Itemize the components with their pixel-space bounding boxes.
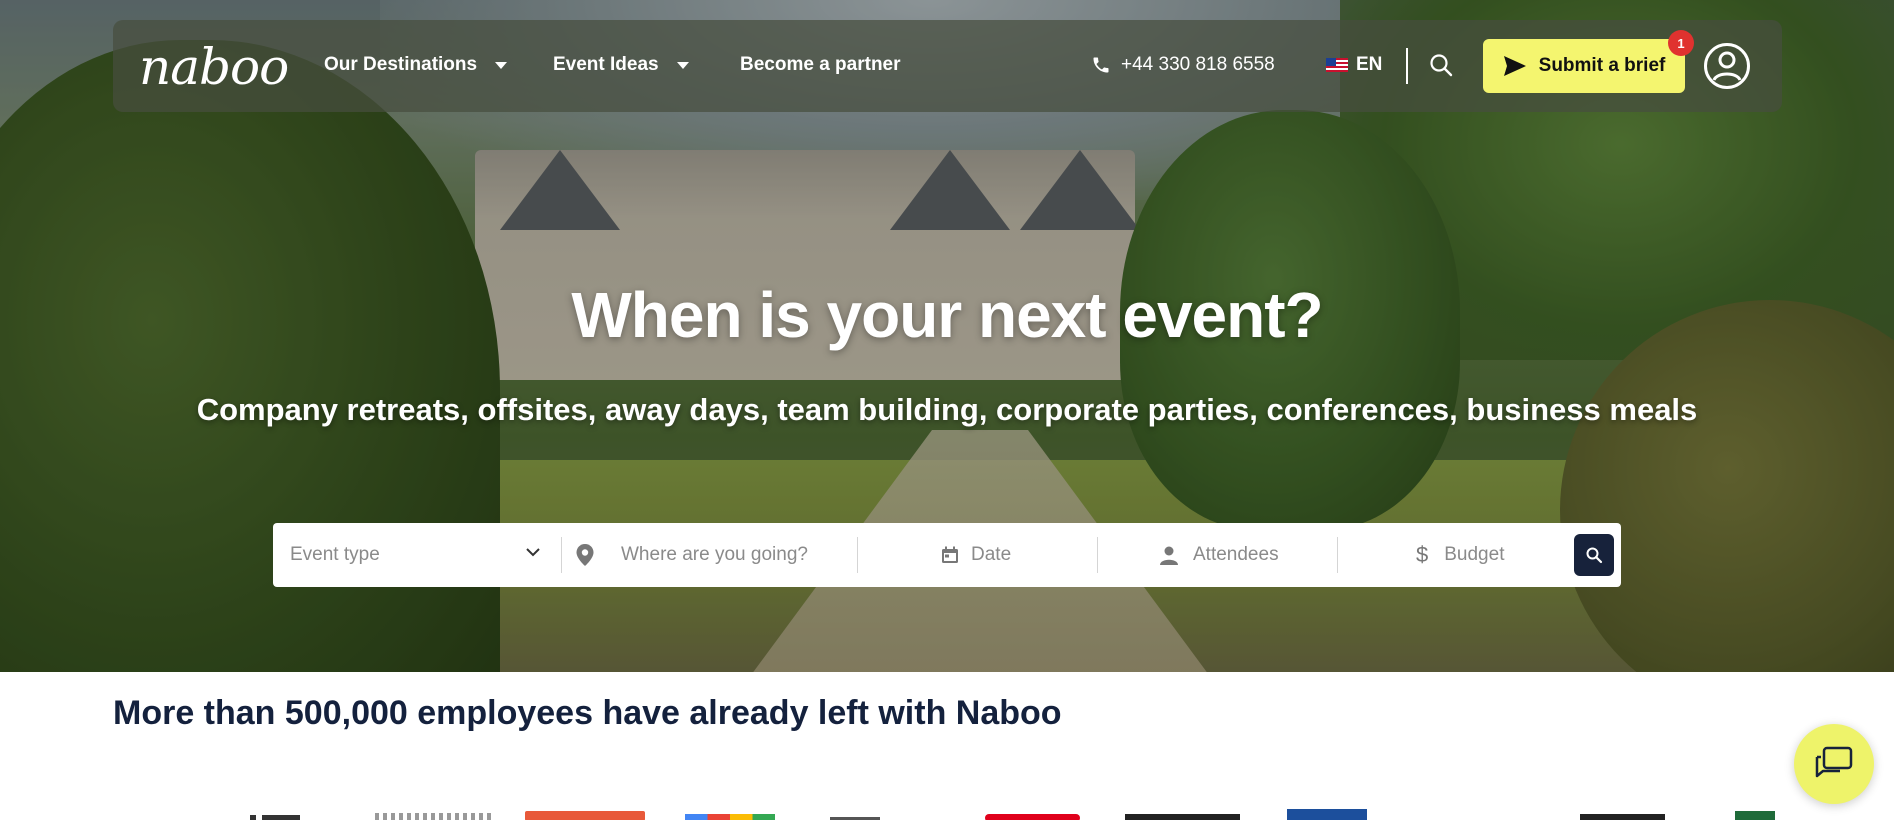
field-separator	[561, 537, 562, 573]
nav-our-destinations[interactable]: Our Destinations	[324, 54, 508, 76]
search-icon	[1586, 547, 1603, 564]
us-flag-icon	[1326, 58, 1348, 72]
notification-badge: 1	[1668, 30, 1694, 56]
person-icon	[1160, 546, 1178, 565]
dollar-icon: $	[1416, 542, 1429, 567]
phone-number: +44 330 818 6558	[1121, 54, 1275, 75]
nav-event-ideas-label: Event Ideas	[553, 54, 659, 75]
nav-become-a-partner[interactable]: Become a partner	[740, 54, 901, 76]
language-label: EN	[1356, 54, 1383, 75]
chevron-down-icon	[676, 61, 689, 69]
phone-icon	[1093, 57, 1109, 73]
nav-divider	[1406, 48, 1408, 84]
nav-search-button[interactable]	[1426, 50, 1458, 82]
search-submit-button[interactable]	[1574, 534, 1614, 576]
destination-input[interactable]: Where are you going?	[575, 523, 845, 587]
chat-icon	[1815, 746, 1853, 778]
client-logo	[685, 814, 775, 820]
calendar-icon	[942, 546, 958, 563]
attendees-input[interactable]: Attendees	[1159, 523, 1329, 587]
event-type-placeholder: Event type	[290, 544, 380, 565]
field-separator	[1097, 537, 1098, 573]
social-proof-heading: More than 500,000 employees have already…	[113, 694, 1062, 732]
event-search-bar: Event type Where are you going? Date Att…	[273, 523, 1621, 587]
budget-placeholder: Budget	[1444, 544, 1505, 565]
client-logo	[1287, 809, 1367, 820]
submit-brief-button[interactable]: Submit a brief	[1483, 39, 1685, 93]
client-logo	[525, 811, 645, 820]
chevron-down-icon	[495, 61, 508, 69]
hero-title: When is your next event?	[571, 279, 1323, 351]
budget-input[interactable]: $ Budget	[1416, 523, 1566, 587]
location-pin-icon	[576, 544, 594, 566]
date-input[interactable]: Date	[941, 523, 1091, 587]
date-placeholder: Date	[971, 544, 1012, 565]
destination-placeholder: Where are you going?	[621, 544, 808, 565]
nav-event-ideas[interactable]: Event Ideas	[553, 54, 689, 76]
send-icon	[1503, 56, 1526, 76]
client-logo	[1735, 811, 1775, 820]
nav-become-a-partner-label: Become a partner	[740, 54, 901, 75]
chevron-down-icon	[526, 548, 540, 557]
submit-brief-label: Submit a brief	[1538, 55, 1666, 76]
client-logo	[375, 813, 495, 820]
naboo-logo[interactable]: naboo	[139, 38, 289, 96]
client-logo	[985, 814, 1080, 820]
field-separator	[1337, 537, 1338, 573]
account-button[interactable]	[1703, 42, 1751, 90]
event-type-select[interactable]: Event type	[290, 523, 552, 587]
field-separator	[857, 537, 858, 573]
top-navigation: naboo Our Destinations Event Ideas Becom…	[113, 20, 1782, 112]
client-logo	[1125, 814, 1240, 820]
search-icon	[1430, 54, 1453, 77]
chat-widget-button[interactable]	[1794, 724, 1874, 804]
nav-our-destinations-label: Our Destinations	[324, 54, 478, 75]
attendees-placeholder: Attendees	[1193, 544, 1279, 565]
hero-subtitle: Company retreats, offsites, away days, t…	[196, 392, 1698, 427]
client-logo	[1580, 814, 1665, 820]
phone-link[interactable]: +44 330 818 6558	[1091, 54, 1275, 76]
language-selector[interactable]: EN	[1326, 54, 1382, 76]
client-logos-strip	[230, 805, 1810, 820]
account-icon	[1704, 43, 1750, 89]
client-logo	[250, 815, 300, 820]
